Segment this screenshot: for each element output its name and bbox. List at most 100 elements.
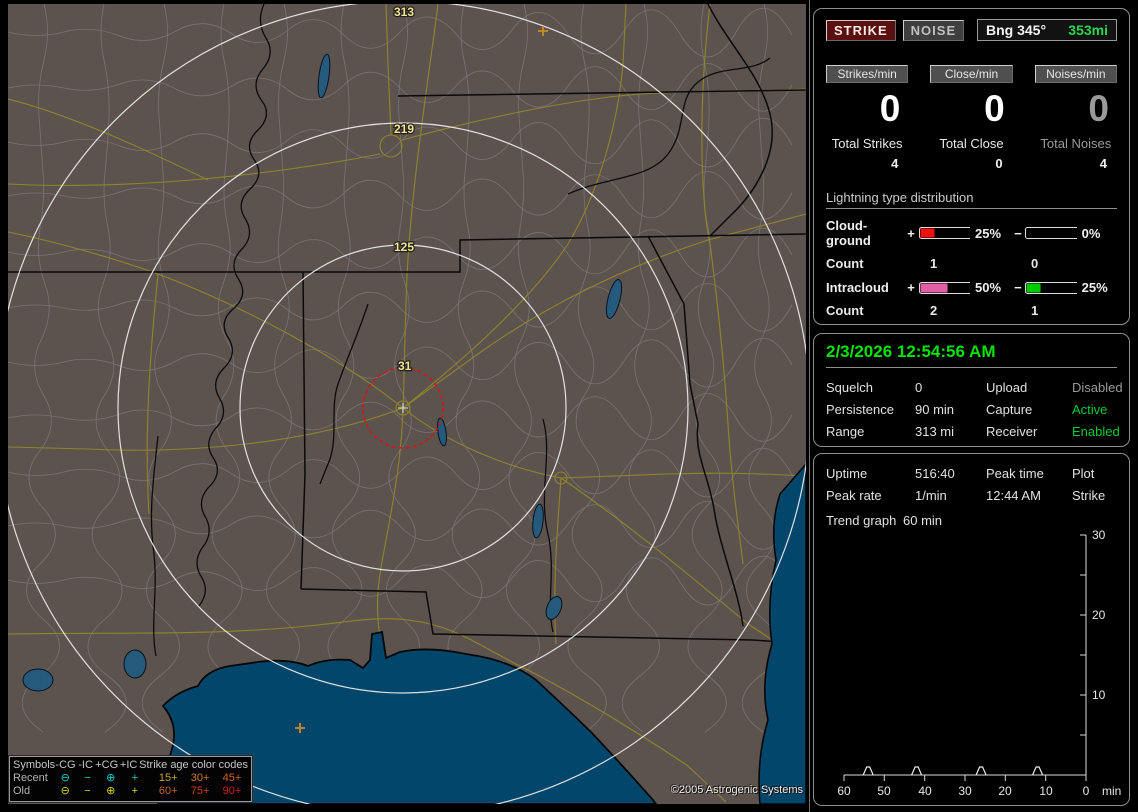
bearing-display: Bng 345° 353mi bbox=[977, 19, 1117, 41]
minus-sign: − bbox=[1014, 280, 1022, 295]
x-tick-10: 10 bbox=[1039, 784, 1053, 798]
ic-negative-pct: 25% bbox=[1081, 280, 1108, 295]
legend-col-cg-neg: -CG bbox=[55, 759, 76, 771]
session-trend-panel: Uptime 516:40 Peak time Plot Peak rate 1… bbox=[813, 453, 1130, 806]
total-noises-label: Total Noises bbox=[1040, 136, 1112, 151]
ic-positive-bar-fill bbox=[920, 283, 948, 292]
y-tick-10: 10 bbox=[1092, 688, 1106, 702]
age-code-15: 15+ bbox=[158, 772, 178, 784]
trend-y-ticks bbox=[1080, 534, 1086, 736]
trend-strike-peaks bbox=[862, 766, 1044, 776]
cloud-ground-row: Cloud-ground + 25% − 0% bbox=[826, 218, 1117, 248]
cg-negative-count: 0 bbox=[1031, 256, 1039, 271]
legend-row-old: Old bbox=[13, 785, 31, 797]
trend-graph: 30 20 10 60 50 40 30 20 10 0 min bbox=[837, 528, 1121, 798]
receiver-label: Receiver bbox=[986, 424, 1038, 439]
total-close-value: 0 bbox=[995, 156, 1003, 171]
close-per-min-button[interactable]: Close/min bbox=[930, 65, 1013, 83]
x-tick-60: 60 bbox=[837, 784, 851, 798]
cg-positive-recent-icon: ⊕ bbox=[106, 772, 116, 784]
cg-negative-old-icon: ⊖ bbox=[60, 785, 70, 797]
cg-negative-pct: 0% bbox=[1081, 225, 1101, 241]
close-per-min-value: 0 bbox=[984, 88, 1005, 129]
datetime-display: 2/3/2026 12:54:56 AM bbox=[826, 342, 1117, 368]
ic-positive-bar bbox=[918, 281, 971, 294]
persistence-value: 90 min bbox=[915, 402, 955, 417]
x-tick-40: 40 bbox=[918, 784, 932, 798]
y-tick-30: 30 bbox=[1092, 528, 1106, 542]
map-canvas: 313 219 125 31 ©2005 Astrogenic Systems … bbox=[8, 4, 806, 804]
cg-positive-bar-fill bbox=[920, 228, 935, 238]
plot-mode-value: Strike bbox=[1072, 488, 1106, 503]
bearing-value: Bng 345° bbox=[986, 22, 1047, 38]
x-tick-30: 30 bbox=[958, 784, 972, 798]
cg-positive-pct: 25% bbox=[975, 225, 1002, 241]
uptime-value: 516:40 bbox=[915, 466, 955, 481]
symbols-legend: Symbols -CG -IC +CG +IC Strike age color… bbox=[8, 755, 253, 803]
legend-symbols-header: Symbols bbox=[13, 759, 56, 771]
total-close-label: Total Close bbox=[939, 136, 1004, 151]
age-code-45: 45+ bbox=[222, 772, 242, 784]
receiver-status-panel: 2/3/2026 12:54:56 AM Squelch 0 Upload Di… bbox=[813, 333, 1130, 447]
ring-label-219: 219 bbox=[394, 122, 414, 136]
legend-col-ic-pos: +IC bbox=[119, 759, 138, 771]
map-copyright: ©2005 Astrogenic Systems bbox=[670, 784, 803, 796]
ic-negative-bar-fill bbox=[1026, 283, 1041, 292]
strike-stats-panel: STRIKE NOISE Bng 345° 353mi Strikes/min … bbox=[813, 8, 1130, 325]
peak-rate-value: 1/min bbox=[915, 488, 947, 503]
capture-status: Active bbox=[1072, 402, 1108, 417]
close-per-min-column: Close/min 0 Total Close 0 bbox=[930, 65, 1013, 171]
total-strikes-value: 4 bbox=[891, 156, 899, 171]
legend-col-cg-pos: +CG bbox=[95, 759, 119, 771]
strikes-per-min-value: 0 bbox=[879, 88, 901, 129]
age-code-30: 30+ bbox=[190, 772, 210, 784]
plus-sign: + bbox=[907, 280, 915, 295]
squelch-label: Squelch bbox=[826, 380, 873, 395]
cg-negative-recent-icon: ⊖ bbox=[60, 772, 70, 784]
x-tick-20: 20 bbox=[998, 784, 1012, 798]
ic-negative-count: 1 bbox=[1031, 303, 1039, 318]
x-axis-unit: min bbox=[1102, 784, 1121, 798]
y-tick-20: 20 bbox=[1092, 608, 1106, 622]
cg-negative-bar bbox=[1025, 227, 1077, 239]
strike-toggle-button[interactable]: STRIKE bbox=[826, 19, 896, 41]
intracloud-label: Intracloud bbox=[826, 280, 889, 295]
ic-negative-recent-icon: − bbox=[84, 772, 91, 784]
distribution-title: Lightning type distribution bbox=[826, 190, 1117, 209]
cg-positive-old-icon: ⊕ bbox=[106, 785, 116, 797]
x-tick-0: 0 bbox=[1083, 784, 1090, 798]
strikes-per-min-column: Strikes/min 0 Total Strikes 4 bbox=[826, 65, 909, 171]
noises-per-min-column: Noises/min 0 Total Noises 4 bbox=[1034, 65, 1117, 171]
ic-positive-recent-icon: + bbox=[131, 772, 139, 784]
legend-row-recent: Recent bbox=[13, 772, 48, 784]
noises-per-min-button[interactable]: Noises/min bbox=[1034, 65, 1117, 83]
legend-col-ic-neg: -IC bbox=[78, 759, 93, 771]
count-label: Count bbox=[826, 256, 864, 271]
minus-sign: − bbox=[1014, 225, 1022, 241]
ic-positive-old-icon: + bbox=[131, 785, 139, 797]
ic-negative-old-icon: − bbox=[84, 785, 91, 797]
noise-toggle-button[interactable]: NOISE bbox=[902, 19, 965, 41]
ic-positive-pct: 50% bbox=[975, 280, 1002, 295]
range-value: 313 mi bbox=[915, 424, 955, 439]
squelch-value: 0 bbox=[915, 380, 923, 395]
count-label: Count bbox=[826, 303, 864, 318]
x-tick-50: 50 bbox=[877, 784, 891, 798]
legend-age-header: Strike age color codes bbox=[139, 759, 248, 771]
map-svg: 313 219 125 31 bbox=[8, 4, 806, 804]
total-noises-value: 4 bbox=[1099, 156, 1107, 171]
upload-label: Upload bbox=[986, 380, 1028, 395]
plus-sign: + bbox=[907, 225, 915, 241]
age-code-75: 75+ bbox=[190, 785, 210, 797]
cg-positive-count: 1 bbox=[930, 256, 938, 271]
persistence-label: Persistence bbox=[826, 402, 894, 417]
total-strikes-label: Total Strikes bbox=[831, 136, 903, 151]
intracloud-row: Intracloud + 50% − 25% bbox=[826, 280, 1117, 295]
ring-label-313: 313 bbox=[394, 5, 414, 19]
ring-label-31: 31 bbox=[398, 359, 412, 373]
uptime-label: Uptime bbox=[826, 466, 868, 481]
strikes-per-min-button[interactable]: Strikes/min bbox=[826, 65, 909, 83]
map-sidebar-divider bbox=[809, 0, 810, 812]
age-code-90: 90+ bbox=[222, 785, 242, 797]
capture-label: Capture bbox=[986, 402, 1033, 417]
